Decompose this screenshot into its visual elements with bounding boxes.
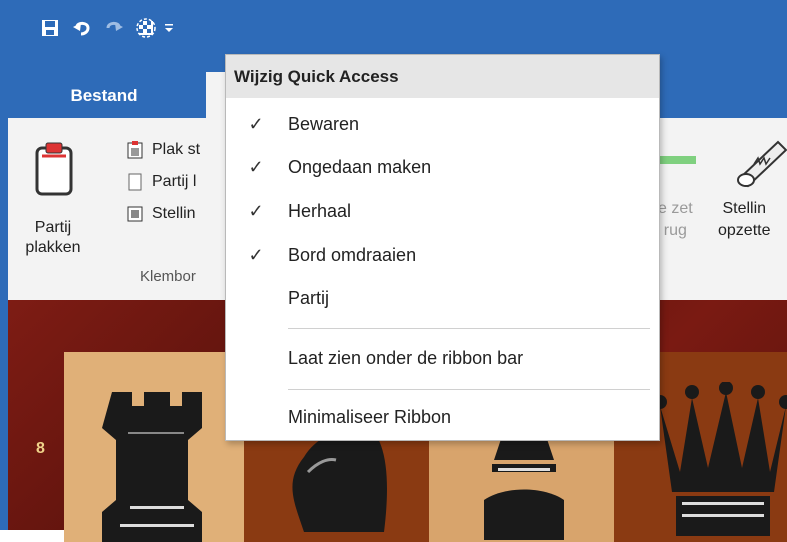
menu-separator bbox=[288, 389, 650, 390]
menu-header: Wijzig Quick Access bbox=[226, 55, 659, 98]
rank-label: 8 bbox=[36, 440, 45, 457]
undo-icon[interactable] bbox=[70, 16, 94, 40]
black-rook-icon bbox=[102, 392, 202, 542]
customize-dropdown-icon[interactable] bbox=[160, 16, 178, 40]
save-icon[interactable] bbox=[38, 16, 62, 40]
game-label: Partij l bbox=[152, 173, 197, 190]
board-clipboard-icon bbox=[127, 141, 143, 159]
menu-item-redo[interactable]: ✓ Herhaal bbox=[226, 191, 659, 231]
menu-separator bbox=[288, 328, 650, 329]
paste-position-button[interactable]: Plak st bbox=[126, 136, 200, 164]
menu-item-label: Bewaren bbox=[288, 113, 360, 134]
menu-item-label: Minimaliseer Ribbon bbox=[288, 406, 452, 427]
menu-item-label: Ongedaan maken bbox=[288, 156, 432, 177]
position-label: Stellin bbox=[152, 205, 196, 222]
menu-item-game[interactable]: Partij bbox=[226, 278, 659, 318]
clipboard-icon bbox=[35, 142, 73, 196]
flip-board-icon[interactable] bbox=[134, 16, 158, 40]
checkmark-icon: ✓ bbox=[248, 156, 264, 177]
menu-item-save[interactable]: ✓ Bewaren bbox=[226, 104, 659, 144]
checkmark-icon: ✓ bbox=[248, 113, 264, 134]
menu-item-show-below-ribbon[interactable]: Laat zien onder de ribbon bar bbox=[226, 338, 659, 378]
game-button[interactable]: Partij l bbox=[126, 168, 196, 196]
menu-item-undo[interactable]: ✓ Ongedaan maken bbox=[226, 147, 659, 187]
document-icon bbox=[128, 173, 142, 191]
menu-item-minimize-ribbon[interactable]: Minimaliseer Ribbon bbox=[226, 397, 659, 437]
window-left-frame bbox=[0, 68, 8, 530]
clipboard-group-label: Klembor bbox=[140, 268, 196, 285]
paste-position-label: Plak st bbox=[152, 141, 201, 158]
paste-game-button[interactable]: Partij plakken bbox=[18, 128, 88, 268]
checkmark-icon: ✓ bbox=[248, 244, 264, 265]
position-button[interactable]: Stellin bbox=[126, 200, 196, 228]
menu-item-label: Herhaal bbox=[288, 200, 352, 221]
tab-file[interactable]: Bestand bbox=[44, 78, 164, 114]
redo-icon[interactable] bbox=[102, 16, 126, 40]
move-back-button[interactable]: e zet rug bbox=[658, 198, 693, 242]
move-back-icon bbox=[656, 156, 696, 164]
menu-item-flip-board[interactable]: ✓ Bord omdraaien bbox=[226, 235, 659, 275]
checkmark-icon: ✓ bbox=[248, 200, 264, 221]
setup-position-button[interactable]: Stellin opzette bbox=[718, 198, 770, 242]
saw-icon bbox=[737, 140, 787, 188]
menu-item-label: Partij bbox=[288, 287, 330, 308]
menu-item-label: Laat zien onder de ribbon bar bbox=[288, 347, 524, 368]
menu-item-label: Bord omdraaien bbox=[288, 244, 417, 265]
paste-game-label: Partij plakken bbox=[25, 219, 81, 256]
customize-quick-access-menu: Wijzig Quick Access ✓ Bewaren ✓ Ongedaan… bbox=[225, 54, 660, 441]
board-icon bbox=[127, 206, 143, 222]
black-queen-icon bbox=[653, 382, 787, 536]
